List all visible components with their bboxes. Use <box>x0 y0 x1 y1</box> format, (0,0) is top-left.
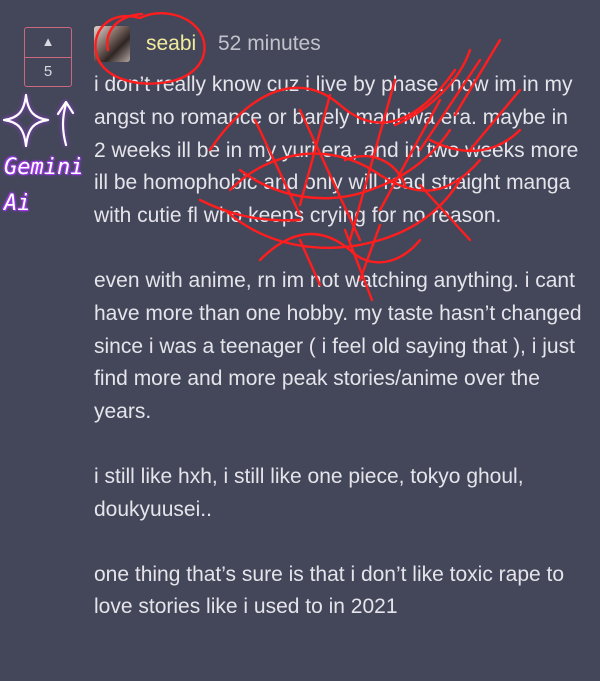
vote-divider <box>25 57 71 58</box>
gemini-ai-sticker: Gemini Ai <box>4 155 84 216</box>
comment-paragraph: i don’t really know cuz i live by phase.… <box>94 73 579 228</box>
username[interactable]: seabi <box>146 31 196 57</box>
sparkle-icon <box>2 93 50 148</box>
vote-count: 5 <box>43 63 53 80</box>
timestamp: 52 minutes <box>218 32 321 55</box>
avatar[interactable] <box>94 26 130 62</box>
vote-widget: ▲ 5 <box>24 27 72 87</box>
comment-paragraph: i still like hxh, i still like one piece… <box>94 464 524 521</box>
comment-body: i don’t really know cuz i live by phase.… <box>94 69 584 656</box>
comment-paragraph: even with anime, rn im not watching anyt… <box>94 268 582 424</box>
comment-paragraph: one thing that’s sure is that i don’t li… <box>94 562 565 619</box>
upvote-arrow-icon[interactable]: ▲ <box>25 35 71 49</box>
arrow-up-icon <box>56 100 75 147</box>
